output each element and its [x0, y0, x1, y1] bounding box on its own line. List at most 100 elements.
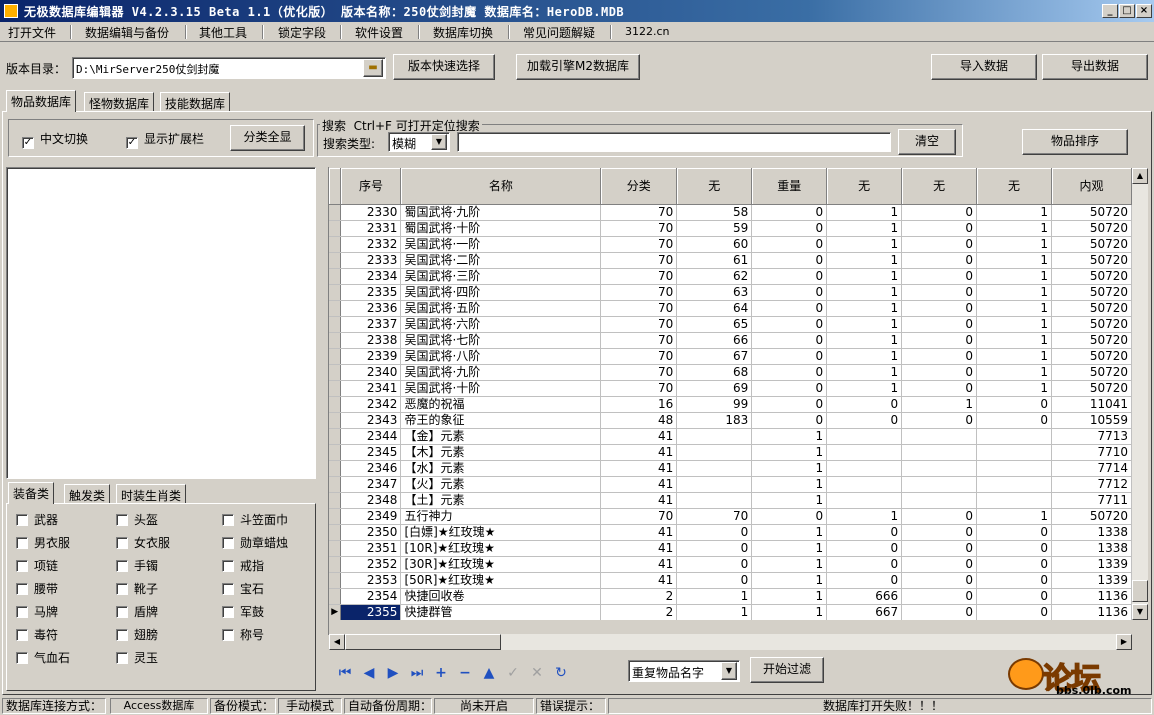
table-cell[interactable]: [30R]★红玫瑰★ — [400, 556, 602, 573]
table-cell[interactable]: 1338 — [1051, 540, 1132, 557]
table-cell[interactable]: 58 — [676, 204, 753, 221]
table-cell[interactable]: 2346 — [340, 460, 402, 477]
table-cell[interactable]: 0 — [826, 556, 903, 573]
table-cell[interactable]: 0 — [901, 572, 978, 589]
table-cell[interactable]: 0 — [751, 364, 828, 381]
chinese-toggle-checkbox[interactable]: ✓ 中文切换 — [22, 130, 88, 149]
table-cell[interactable]: 66 — [676, 332, 753, 349]
table-cell[interactable]: 50720 — [1051, 268, 1132, 285]
table-cell[interactable]: 1 — [826, 508, 903, 525]
table-row[interactable]: ▶ 2355 快捷群管 2 1 1 667 0 0 1136 — [329, 604, 1132, 620]
table-cell[interactable]: 50720 — [1051, 348, 1132, 365]
table-row[interactable]: 2348 【土】元素 41 1 7711 — [329, 492, 1132, 509]
table-cell[interactable] — [826, 428, 903, 445]
table-cell[interactable]: 0 — [751, 284, 828, 301]
category-checkbox[interactable]: 灵玉 — [116, 649, 158, 666]
table-cell[interactable] — [901, 492, 978, 509]
table-cell[interactable]: 0 — [901, 508, 978, 525]
table-cell[interactable]: 0 — [901, 348, 978, 365]
scroll-right-icon[interactable]: ▶ — [1116, 634, 1132, 650]
table-cell[interactable]: 0 — [751, 508, 828, 525]
table-cell[interactable]: 70 — [600, 364, 678, 381]
table-cell[interactable]: 1 — [901, 396, 978, 413]
category-checkbox[interactable]: 斗笠面巾 — [222, 511, 288, 528]
export-button[interactable]: 导出数据 — [1042, 54, 1148, 80]
column-header[interactable]: 无 — [826, 168, 903, 205]
table-cell[interactable]: 0 — [901, 332, 978, 349]
category-checkbox[interactable]: 勋章蜡烛 — [222, 534, 288, 551]
table-cell[interactable]: 0 — [901, 316, 978, 333]
table-cell[interactable]: 0 — [751, 316, 828, 333]
table-cell[interactable]: 恶魔的祝福 — [400, 396, 602, 413]
table-cell[interactable]: 16 — [600, 396, 678, 413]
table-cell[interactable]: 1 — [751, 556, 828, 573]
menu-settings[interactable]: 软件设置 — [355, 24, 403, 41]
table-cell[interactable]: 50720 — [1051, 236, 1132, 253]
table-cell[interactable]: 50720 — [1051, 364, 1132, 381]
table-cell[interactable]: 0 — [976, 396, 1052, 413]
table-row[interactable]: 2349 五行神力 70 70 0 1 0 1 50720 — [329, 508, 1132, 525]
table-cell[interactable]: 吴国武将·三阶 — [400, 268, 602, 285]
search-type-select[interactable]: 模糊 ▼ — [388, 132, 450, 152]
scroll-down-icon[interactable]: ▼ — [1132, 604, 1148, 620]
table-cell[interactable]: 0 — [901, 220, 978, 237]
table-cell[interactable]: 666 — [826, 588, 903, 605]
table-cell[interactable]: 1 — [826, 204, 903, 221]
refresh-icon[interactable]: ↻ — [552, 664, 570, 682]
edit-record-icon[interactable]: ▲ — [480, 664, 498, 682]
table-cell[interactable]: 2349 — [340, 508, 402, 525]
table-cell[interactable]: 70 — [600, 380, 678, 397]
table-row[interactable]: 2341 吴国武将·十阶 70 69 0 1 0 1 50720 — [329, 380, 1132, 397]
menu-faq[interactable]: 常见问题解疑 — [523, 24, 595, 41]
table-cell[interactable] — [826, 444, 903, 461]
table-cell[interactable]: 1 — [751, 572, 828, 589]
first-record-icon[interactable]: ⏮ — [336, 664, 354, 682]
tab-equipment[interactable]: 装备类 — [8, 482, 55, 504]
table-cell[interactable]: 11041 — [1051, 396, 1132, 413]
table-cell[interactable] — [976, 492, 1052, 509]
table-cell[interactable]: 1 — [751, 492, 828, 509]
table-cell[interactable]: 1 — [976, 284, 1052, 301]
table-cell[interactable]: 1 — [751, 588, 828, 605]
table-cell[interactable]: 2344 — [340, 428, 402, 445]
table-cell[interactable]: 1339 — [1051, 556, 1132, 573]
table-cell[interactable]: 蜀国武将·九阶 — [400, 204, 602, 221]
table-cell[interactable]: 1 — [976, 332, 1052, 349]
table-cell[interactable]: 2345 — [340, 444, 402, 461]
table-cell[interactable]: 70 — [600, 508, 678, 525]
table-row[interactable]: 2344 【金】元素 41 1 7713 — [329, 428, 1132, 445]
table-cell[interactable]: 1 — [751, 604, 828, 620]
table-cell[interactable]: 【水】元素 — [400, 460, 602, 477]
table-cell[interactable]: 1 — [751, 524, 828, 541]
table-cell[interactable]: 70 — [600, 316, 678, 333]
table-cell[interactable]: 2334 — [340, 268, 402, 285]
table-cell[interactable]: 50720 — [1051, 220, 1132, 237]
table-cell[interactable]: 0 — [751, 252, 828, 269]
table-cell[interactable]: 0 — [901, 236, 978, 253]
table-cell[interactable]: 2350 — [340, 524, 402, 541]
table-cell[interactable]: 62 — [676, 268, 753, 285]
table-cell[interactable]: 50720 — [1051, 300, 1132, 317]
table-cell[interactable]: 2335 — [340, 284, 402, 301]
table-cell[interactable]: 1 — [976, 364, 1052, 381]
table-cell[interactable]: 2342 — [340, 396, 402, 413]
table-cell[interactable]: 1 — [976, 252, 1052, 269]
table-cell[interactable]: 2 — [600, 604, 678, 620]
table-cell[interactable]: 2341 — [340, 380, 402, 397]
table-cell[interactable]: 2354 — [340, 588, 402, 605]
chevron-down-icon[interactable]: ▼ — [431, 134, 447, 150]
show-all-categories-button[interactable]: 分类全显 — [230, 125, 305, 151]
table-row[interactable]: 2353 [50R]★红玫瑰★ 41 0 1 0 0 0 1339 — [329, 572, 1132, 589]
folder-icon[interactable]: ▬ — [363, 59, 383, 77]
table-cell[interactable] — [826, 492, 903, 509]
menu-db-switch[interactable]: 数据库切换 — [433, 24, 493, 41]
category-checkbox[interactable]: 气血石 — [16, 649, 70, 666]
table-row[interactable]: 2332 吴国武将·一阶 70 60 0 1 0 1 50720 — [329, 236, 1132, 253]
table-cell[interactable]: 0 — [901, 540, 978, 557]
item-sort-button[interactable]: 物品排序 — [1022, 129, 1128, 155]
table-cell[interactable]: 0 — [826, 524, 903, 541]
table-cell[interactable]: 1 — [976, 204, 1052, 221]
table-cell[interactable]: 0 — [976, 588, 1052, 605]
table-cell[interactable]: 183 — [676, 412, 753, 429]
table-cell[interactable]: 2352 — [340, 556, 402, 573]
